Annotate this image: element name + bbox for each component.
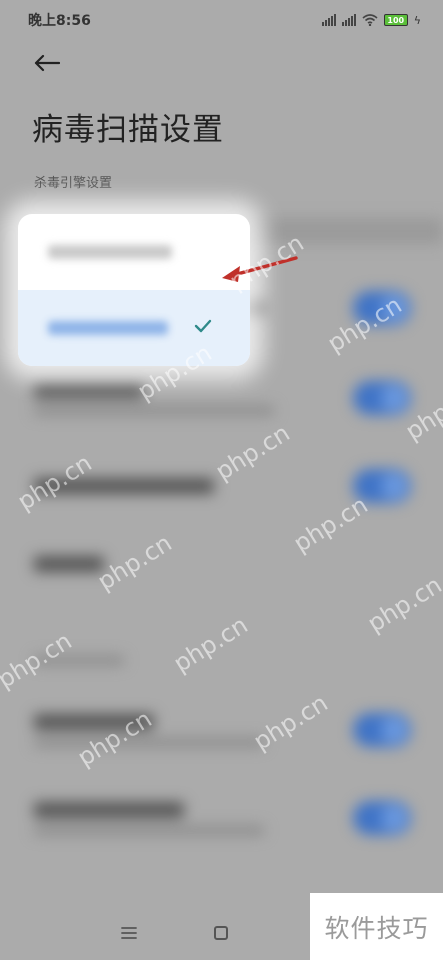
engine-option-1[interactable] (18, 214, 250, 290)
blurred-strip (240, 218, 443, 244)
check-icon (194, 319, 212, 333)
setting-toggle[interactable] (353, 713, 411, 747)
home-icon[interactable] (214, 926, 228, 940)
site-logo-watermark: 软件技巧 (310, 893, 443, 960)
blurred-option-label (48, 321, 168, 335)
blurred-option-label (48, 245, 172, 259)
logo-text: 软件技巧 (324, 913, 429, 943)
setting-toggle[interactable] (353, 801, 411, 835)
setting-row[interactable] (0, 772, 443, 864)
menu-icon[interactable] (121, 926, 137, 940)
setting-row[interactable] (0, 684, 443, 776)
setting-row[interactable] (0, 518, 443, 610)
setting-toggle[interactable] (353, 381, 411, 415)
engine-option-2-selected[interactable] (18, 290, 250, 366)
engine-select-popup (18, 214, 250, 366)
